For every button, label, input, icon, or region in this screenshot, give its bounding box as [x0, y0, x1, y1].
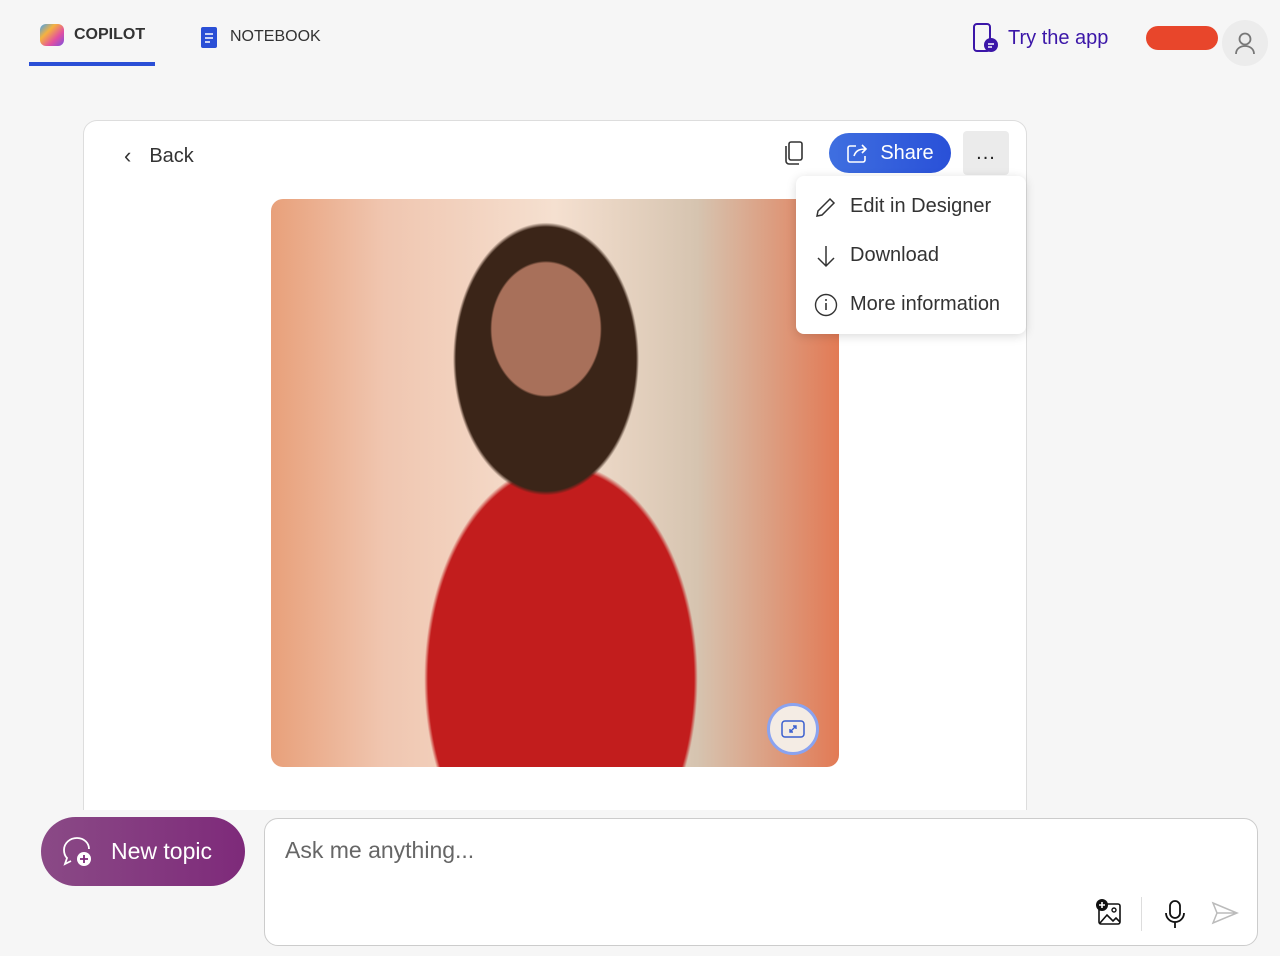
more-options-menu: Edit in Designer Download More informati…: [796, 176, 1026, 334]
tab-label: NOTEBOOK: [230, 28, 321, 45]
back-button[interactable]: ‹ Back: [124, 143, 194, 169]
back-label: Back: [149, 144, 194, 167]
share-button[interactable]: Share: [829, 133, 951, 173]
new-chat-icon: [63, 836, 91, 866]
copilot-logo-icon: [40, 24, 64, 46]
info-icon: [814, 293, 838, 316]
menu-item-more-information[interactable]: More information: [796, 280, 1026, 329]
tab-notebook[interactable]: NOTEBOOK: [200, 24, 321, 50]
chevron-left-icon: ‹: [124, 143, 132, 168]
download-icon: [817, 245, 835, 267]
menu-item-label: Edit in Designer: [850, 195, 992, 217]
more-options-button[interactable]: ...: [963, 131, 1009, 175]
chat-composer: [264, 818, 1258, 946]
tab-label: COPILOT: [74, 26, 146, 43]
tab-copilot[interactable]: COPILOT: [40, 24, 145, 46]
redacted-username: [1146, 26, 1218, 50]
new-topic-button[interactable]: New topic: [41, 817, 245, 886]
menu-item-download[interactable]: Download: [796, 231, 1026, 280]
divider: [1141, 897, 1142, 931]
share-label: Share: [880, 141, 934, 164]
phone-chat-icon: [973, 23, 998, 52]
active-tab-indicator: [29, 62, 155, 66]
microphone-icon[interactable]: [1163, 899, 1187, 929]
menu-item-edit-in-designer[interactable]: Edit in Designer: [796, 182, 1026, 231]
add-image-icon[interactable]: [1095, 899, 1123, 927]
expand-image-button[interactable]: [767, 703, 819, 755]
generated-image[interactable]: [271, 199, 839, 767]
expand-icon: [781, 720, 805, 738]
menu-item-label: Download: [850, 244, 939, 266]
new-topic-label: New topic: [111, 838, 212, 864]
share-icon: [847, 144, 868, 163]
more-icon: ...: [976, 141, 996, 164]
chat-input[interactable]: [285, 837, 985, 864]
try-the-app-label: Try the app: [1008, 26, 1109, 49]
copy-icon[interactable]: [784, 141, 804, 165]
menu-item-label: More information: [850, 293, 1001, 315]
try-the-app-link[interactable]: Try the app: [972, 22, 1108, 54]
notebook-icon: [201, 27, 217, 48]
pencil-icon: [816, 197, 836, 217]
profile-button[interactable]: [1222, 20, 1268, 66]
user-icon: [1235, 32, 1255, 55]
send-icon[interactable]: [1211, 901, 1239, 925]
